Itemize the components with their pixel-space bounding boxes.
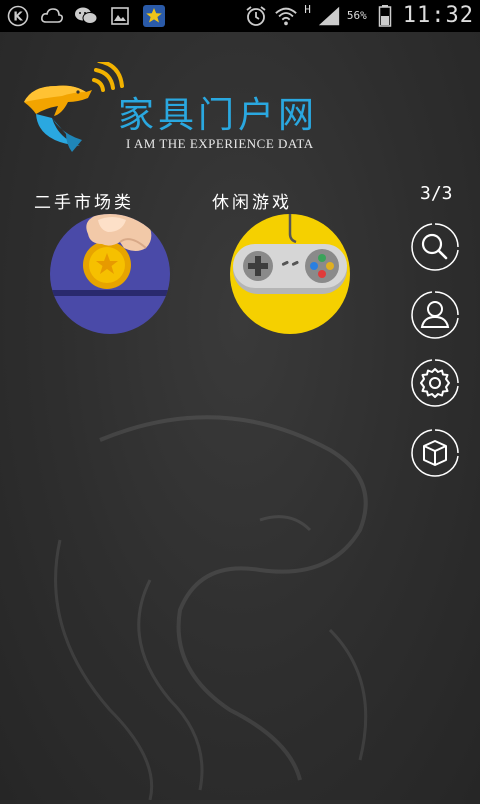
star-app-icon [142, 4, 166, 28]
user-icon [411, 291, 459, 339]
battery-icon [373, 4, 397, 28]
search-button[interactable] [410, 222, 460, 272]
k-app-icon: K [6, 4, 30, 28]
app-label: 休闲游戏 [212, 193, 292, 213]
status-bar: K H 56% 11:32 [0, 0, 480, 32]
alarm-icon [244, 4, 268, 28]
clock: 11:32 [402, 3, 474, 28]
background-watermark [0, 380, 480, 801]
page-indicator: 3/3 [420, 183, 453, 204]
signal-icon [317, 4, 341, 28]
wifi-icon [274, 4, 298, 28]
gamepad-icon [230, 214, 350, 334]
user-button[interactable] [410, 290, 460, 340]
cloud-icon [40, 4, 64, 28]
logo-subtitle: I AM THE EXPERIENCE DATA [126, 136, 314, 151]
logo-title: 家具门户网 [118, 95, 319, 136]
svg-text:K: K [13, 10, 23, 24]
app-tile-second-hand-market[interactable]: 二手市场类 [34, 188, 184, 348]
search-icon [411, 223, 459, 271]
gallery-icon [108, 4, 132, 28]
app-tile-casual-games[interactable]: 休闲游戏 [212, 188, 362, 348]
wechat-icon [74, 4, 98, 28]
coin-hand-icon [50, 214, 170, 334]
battery-percent: 56% [346, 9, 367, 22]
app-label: 二手市场类 [34, 193, 134, 213]
network-type: H [304, 3, 311, 16]
